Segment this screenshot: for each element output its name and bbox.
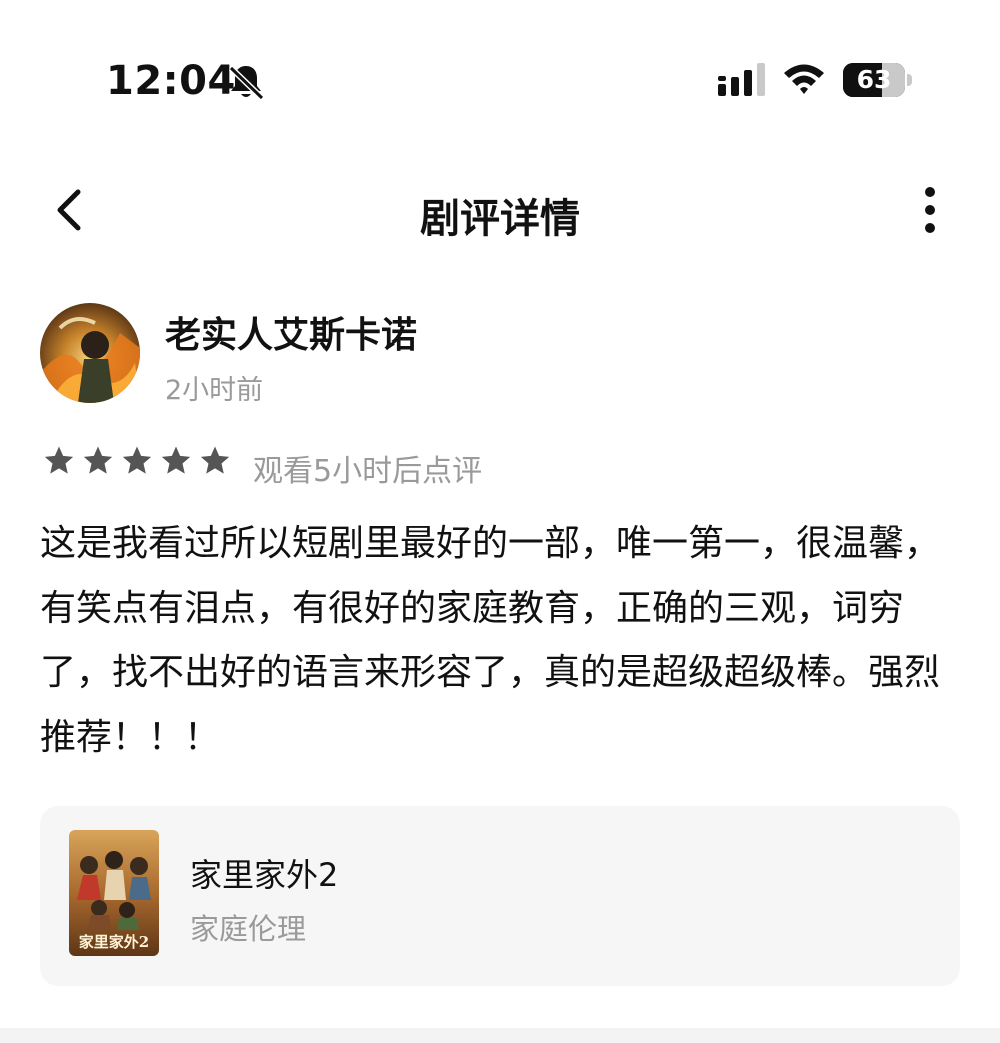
poster-title: 家里家外2	[79, 933, 149, 951]
battery-indicator: 63	[843, 63, 905, 97]
star-rating	[42, 444, 232, 484]
star-icon	[44, 446, 74, 474]
bottom-divider	[0, 1028, 1000, 1043]
drama-card[interactable]: 家里家外2 家里家外2 家庭伦理	[40, 806, 960, 986]
page-title: 剧评详情	[420, 196, 580, 242]
star-icon	[83, 446, 113, 474]
drama-genre: 家庭伦理	[190, 912, 307, 946]
battery-level: 63	[856, 65, 892, 94]
battery-tip	[907, 74, 912, 86]
star-icon	[161, 446, 191, 474]
star-icon	[200, 446, 230, 474]
wifi-icon	[784, 64, 824, 94]
review-text: 这是我看过所以短剧里最好的一部，唯一第一，很温馨，有笑点有泪点，有很好的家庭教育…	[40, 523, 941, 758]
drama-title[interactable]: 家里家外2	[190, 850, 338, 896]
more-vertical-icon[interactable]	[908, 182, 952, 238]
post-time: 2小时前	[165, 375, 264, 406]
status-time: 12:04	[106, 58, 236, 104]
cellular-signal-icon	[718, 63, 765, 96]
status-bar: 12:04 63	[0, 0, 1000, 130]
rating-note: 观看5小时后点评	[253, 454, 483, 489]
author-name[interactable]: 老实人艾斯卡诺	[165, 306, 417, 358]
star-icon	[122, 446, 152, 474]
drama-poster[interactable]: 家里家外2	[69, 830, 159, 956]
bell-muted-icon	[228, 65, 265, 101]
nav-bar: 剧评详情	[0, 150, 1000, 270]
avatar[interactable]	[40, 303, 140, 403]
